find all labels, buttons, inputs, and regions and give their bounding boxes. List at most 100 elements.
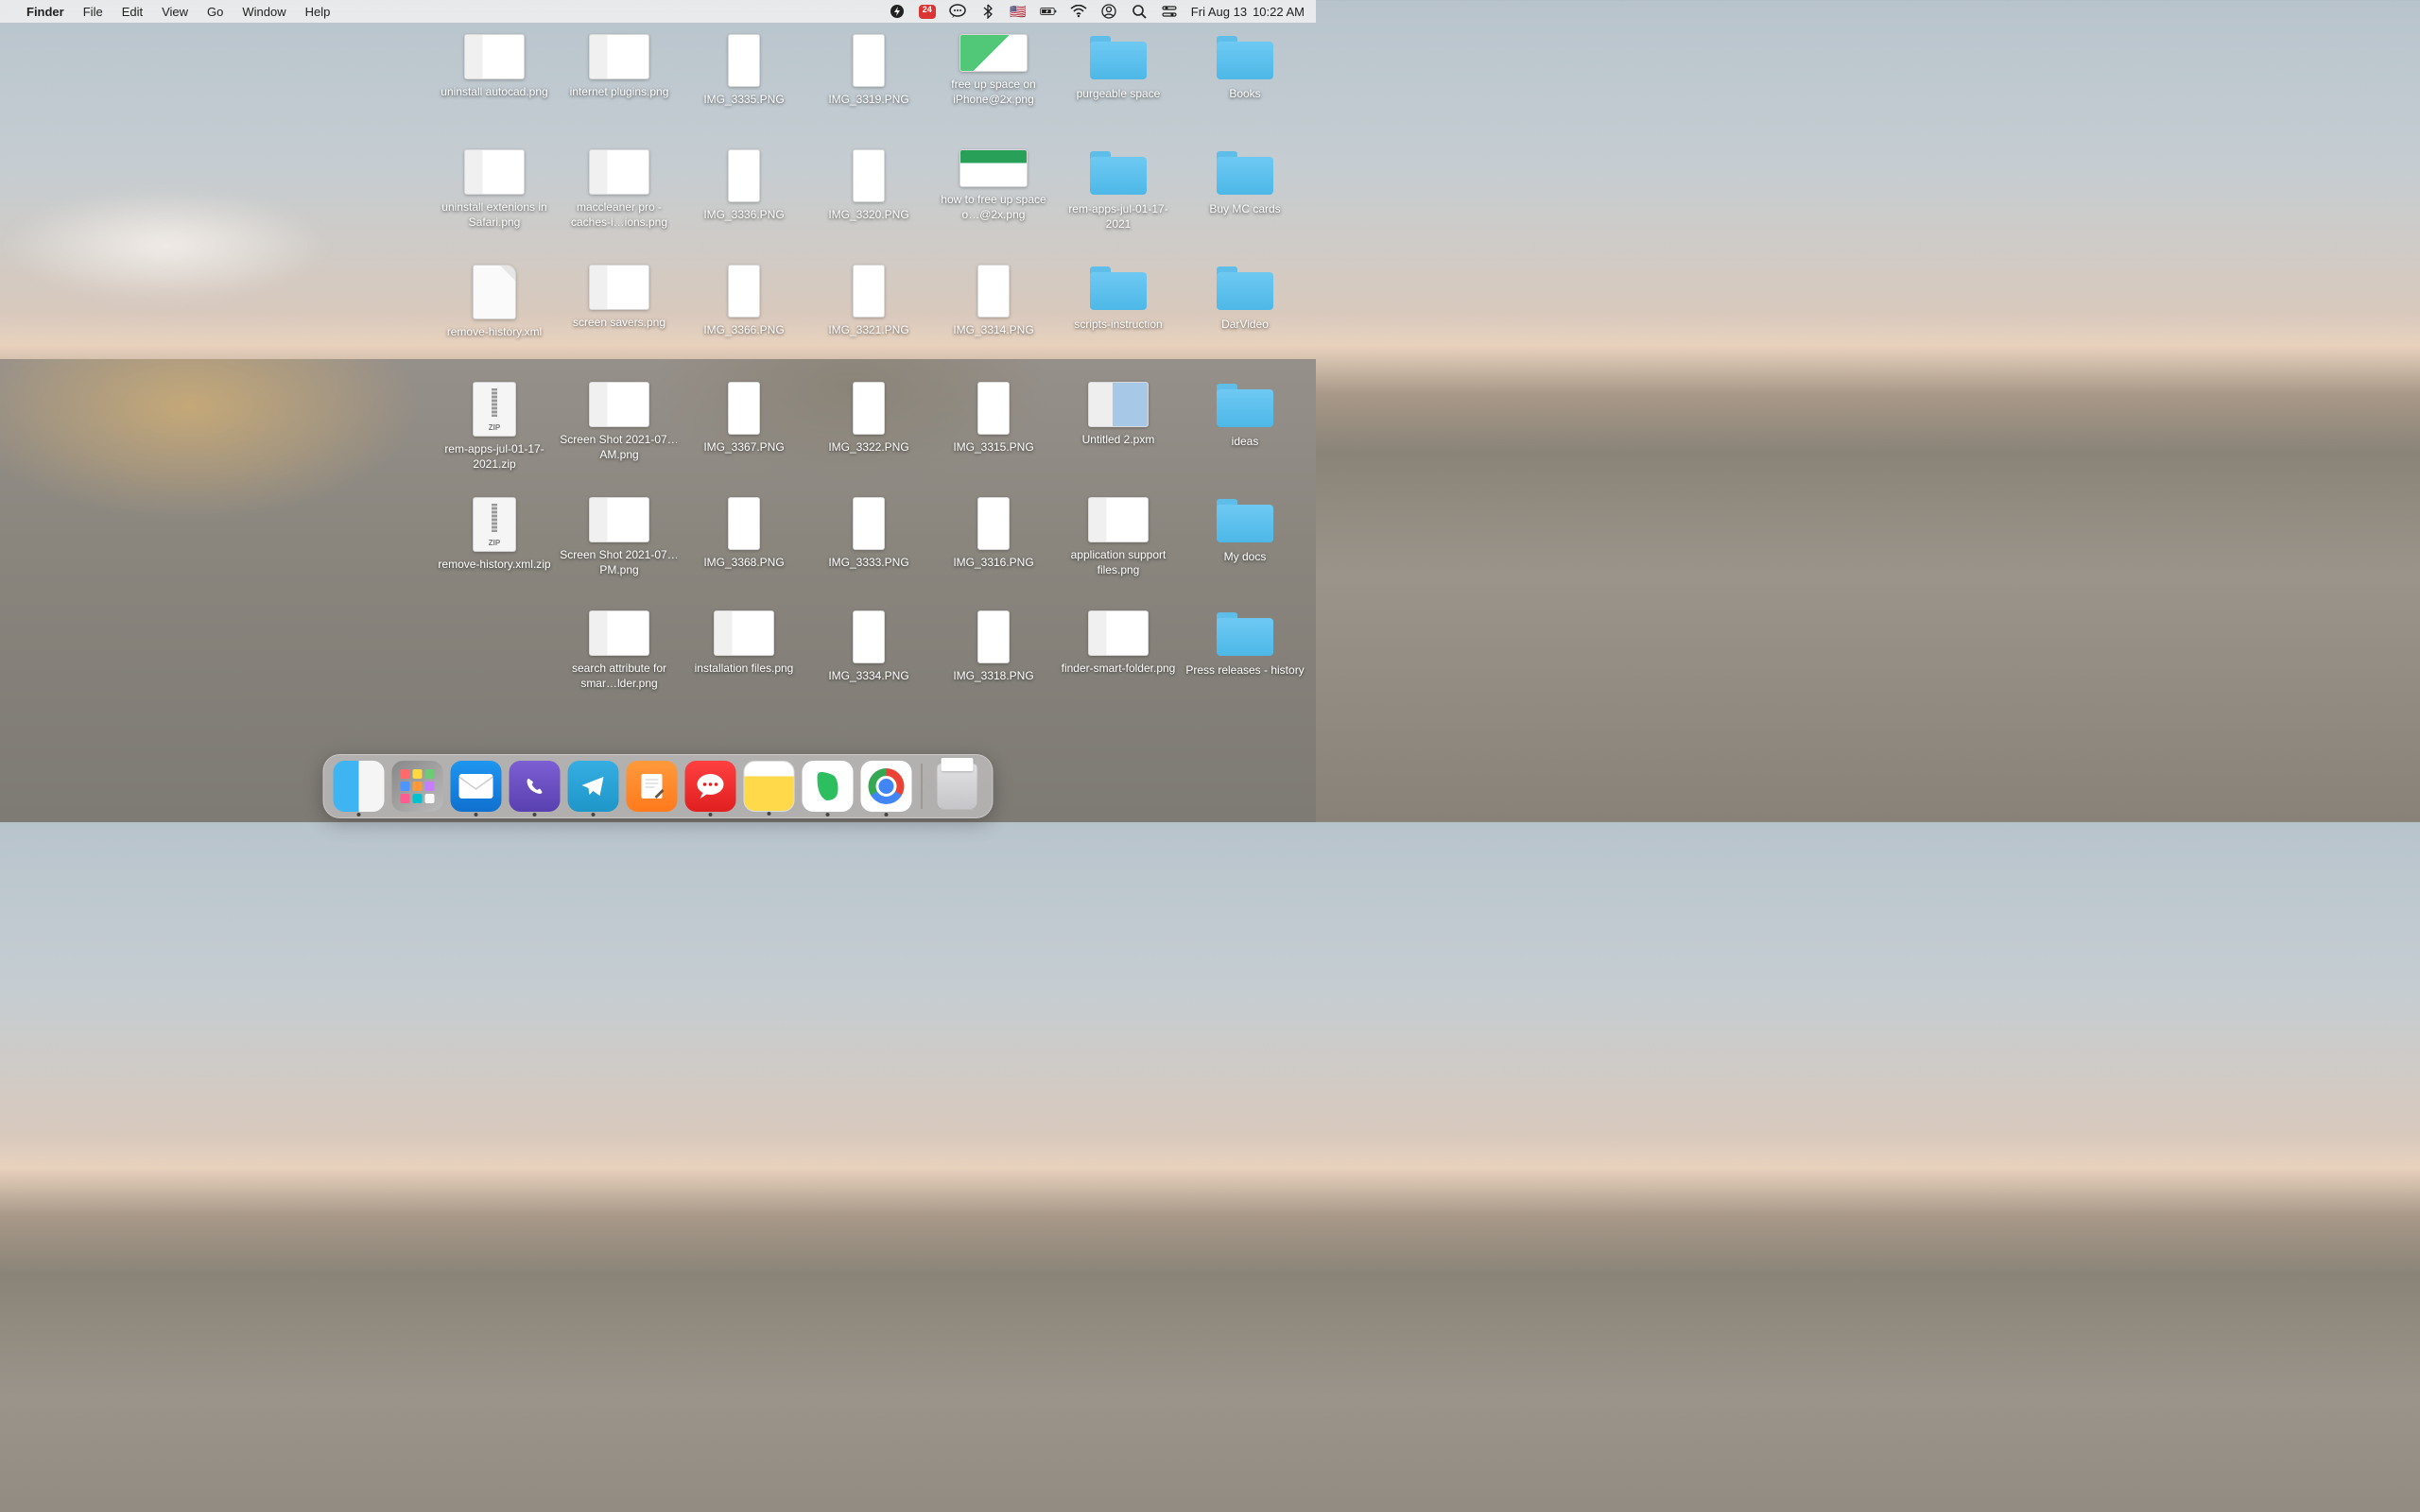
folder-press-releases-label: Press releases - history bbox=[1185, 663, 1304, 679]
file-internet-plugins[interactable]: internet plugins.png bbox=[558, 34, 681, 100]
file-img-3368[interactable]: IMG_3368.PNG bbox=[683, 497, 805, 571]
file-installation-files-thumb bbox=[714, 610, 774, 656]
menubar-control-center-icon[interactable] bbox=[1161, 4, 1178, 19]
folder-rem-apps-thumb bbox=[1088, 149, 1149, 197]
file-img-3316-thumb bbox=[977, 497, 1010, 550]
menu-go[interactable]: Go bbox=[198, 5, 233, 19]
file-img-3336[interactable]: IMG_3336.PNG bbox=[683, 149, 805, 223]
menubar-battery-icon[interactable] bbox=[1040, 4, 1057, 19]
file-img-3322[interactable]: IMG_3322.PNG bbox=[807, 382, 930, 455]
menubar: Finder File Edit View Go Window Help 24 … bbox=[0, 0, 1316, 23]
menubar-bolt-icon[interactable] bbox=[889, 4, 906, 19]
dock-app-evernote[interactable] bbox=[803, 761, 854, 812]
file-img-3316[interactable]: IMG_3316.PNG bbox=[932, 497, 1055, 571]
file-screenshot-pm[interactable]: Screen Shot 2021-07…PM.png bbox=[558, 497, 681, 577]
file-img-3334-thumb bbox=[853, 610, 885, 663]
file-maccleaner-caches-label: maccleaner pro - caches-i…ions.png bbox=[559, 200, 680, 230]
dock-trash[interactable] bbox=[932, 761, 983, 812]
folder-books-thumb bbox=[1215, 34, 1275, 81]
menu-help[interactable]: Help bbox=[296, 5, 340, 19]
file-maccleaner-caches[interactable]: maccleaner pro - caches-i…ions.png bbox=[558, 149, 681, 230]
file-remove-history-zip[interactable]: remove-history.xml.zip bbox=[433, 497, 556, 573]
file-untitled-pxm[interactable]: Untitled 2.pxm bbox=[1057, 382, 1180, 448]
file-screenshot-am[interactable]: Screen Shot 2021-07…AM.png bbox=[558, 382, 681, 462]
file-img-3367[interactable]: IMG_3367.PNG bbox=[683, 382, 805, 455]
menubar-spotlight-icon[interactable] bbox=[1131, 4, 1148, 19]
file-screenshot-pm-thumb bbox=[589, 497, 649, 542]
file-img-3334-label: IMG_3334.PNG bbox=[828, 669, 908, 684]
file-untitled-pxm-thumb bbox=[1088, 382, 1149, 427]
dock-app-chrome[interactable] bbox=[861, 761, 912, 812]
file-img-3321[interactable]: IMG_3321.PNG bbox=[807, 265, 930, 338]
folder-rem-apps[interactable]: rem-apps-jul-01-17-2021 bbox=[1057, 149, 1180, 232]
folder-scripts-instruction-thumb bbox=[1088, 265, 1149, 312]
file-finder-smart-folder-thumb bbox=[1088, 610, 1149, 656]
file-remove-history-xml[interactable]: remove-history.xml bbox=[433, 265, 556, 340]
dock-app-notes[interactable] bbox=[744, 761, 795, 812]
file-img-3318[interactable]: IMG_3318.PNG bbox=[932, 610, 1055, 684]
menubar-notification-icon[interactable]: 24 bbox=[919, 4, 936, 19]
file-app-support[interactable]: application support files.png bbox=[1057, 497, 1180, 577]
menu-edit[interactable]: Edit bbox=[112, 5, 152, 19]
file-img-3336-thumb bbox=[728, 149, 760, 202]
file-rem-apps-zip-thumb bbox=[473, 382, 516, 437]
file-uninstall-extensions-safari[interactable]: uninstall extenions in Safari.png bbox=[433, 149, 556, 230]
dock-app-mail[interactable] bbox=[451, 761, 502, 812]
file-img-3315[interactable]: IMG_3315.PNG bbox=[932, 382, 1055, 455]
file-img-3320[interactable]: IMG_3320.PNG bbox=[807, 149, 930, 223]
menubar-input-source-icon[interactable]: 🇺🇸 bbox=[1010, 4, 1027, 19]
folder-my-docs[interactable]: My docs bbox=[1184, 497, 1306, 565]
file-img-3335[interactable]: IMG_3335.PNG bbox=[683, 34, 805, 108]
dock-app-launchpad[interactable] bbox=[392, 761, 443, 812]
menubar-time: 10:22 AM bbox=[1253, 5, 1305, 19]
dock-app-finder[interactable] bbox=[334, 761, 385, 812]
file-how-to-free-up[interactable]: how to free up space o…@2x.png bbox=[932, 149, 1055, 222]
folder-buy-mc-cards[interactable]: Buy MC cards bbox=[1184, 149, 1306, 217]
folder-scripts-instruction[interactable]: scripts-instruction bbox=[1057, 265, 1180, 333]
file-img-3320-label: IMG_3320.PNG bbox=[828, 208, 908, 223]
file-app-support-label: application support files.png bbox=[1058, 548, 1179, 577]
dock-app-pages[interactable] bbox=[627, 761, 678, 812]
dock-app-imessage[interactable] bbox=[685, 761, 736, 812]
app-menu[interactable]: Finder bbox=[17, 5, 74, 19]
file-finder-smart-folder[interactable]: finder-smart-folder.png bbox=[1057, 610, 1180, 677]
folder-ideas[interactable]: ideas bbox=[1184, 382, 1306, 450]
file-img-3319[interactable]: IMG_3319.PNG bbox=[807, 34, 930, 108]
file-free-up-space[interactable]: free up space on iPhone@2x.png bbox=[932, 34, 1055, 107]
folder-purgeable-space-thumb bbox=[1088, 34, 1149, 81]
menubar-wifi-icon[interactable] bbox=[1070, 4, 1087, 19]
file-img-3314[interactable]: IMG_3314.PNG bbox=[932, 265, 1055, 338]
dock-app-viber[interactable] bbox=[510, 761, 561, 812]
folder-books[interactable]: Books bbox=[1184, 34, 1306, 102]
file-img-3334[interactable]: IMG_3334.PNG bbox=[807, 610, 930, 684]
menu-window[interactable]: Window bbox=[233, 5, 295, 19]
folder-darvideo[interactable]: DarVideo bbox=[1184, 265, 1306, 333]
file-screen-savers[interactable]: screen savers.png bbox=[558, 265, 681, 331]
menubar-chat-icon[interactable] bbox=[949, 4, 966, 19]
folder-press-releases[interactable]: Press releases - history bbox=[1184, 610, 1306, 679]
file-img-3333[interactable]: IMG_3333.PNG bbox=[807, 497, 930, 571]
file-img-3368-thumb bbox=[728, 497, 760, 550]
menu-file[interactable]: File bbox=[74, 5, 112, 19]
file-img-3366[interactable]: IMG_3366.PNG bbox=[683, 265, 805, 338]
file-search-attribute[interactable]: search attribute for smar…lder.png bbox=[558, 610, 681, 691]
file-img-3322-thumb bbox=[853, 382, 885, 435]
menubar-clock[interactable]: Fri Aug 13 10:22 AM bbox=[1191, 5, 1305, 19]
folder-purgeable-space-label: purgeable space bbox=[1077, 87, 1161, 102]
desktop[interactable]: uninstall autocad.png uninstall extenions… bbox=[0, 23, 1316, 822]
menubar-bluetooth-icon[interactable] bbox=[979, 4, 996, 19]
file-img-3366-label: IMG_3366.PNG bbox=[703, 323, 784, 338]
file-remove-history-xml-thumb bbox=[473, 265, 516, 319]
file-installation-files[interactable]: installation files.png bbox=[683, 610, 805, 677]
file-img-3335-thumb bbox=[728, 34, 760, 87]
file-img-3314-label: IMG_3314.PNG bbox=[953, 323, 1033, 338]
menubar-user-icon[interactable] bbox=[1100, 4, 1117, 19]
folder-buy-mc-cards-thumb bbox=[1215, 149, 1275, 197]
folder-purgeable-space[interactable]: purgeable space bbox=[1057, 34, 1180, 102]
file-uninstall-autocad[interactable]: uninstall autocad.png bbox=[433, 34, 556, 100]
menu-view[interactable]: View bbox=[152, 5, 198, 19]
file-rem-apps-zip[interactable]: rem-apps-jul-01-17-2021.zip bbox=[433, 382, 556, 472]
file-untitled-pxm-label: Untitled 2.pxm bbox=[1082, 433, 1155, 448]
dock-app-telegram[interactable] bbox=[568, 761, 619, 812]
file-img-3367-label: IMG_3367.PNG bbox=[703, 440, 784, 455]
